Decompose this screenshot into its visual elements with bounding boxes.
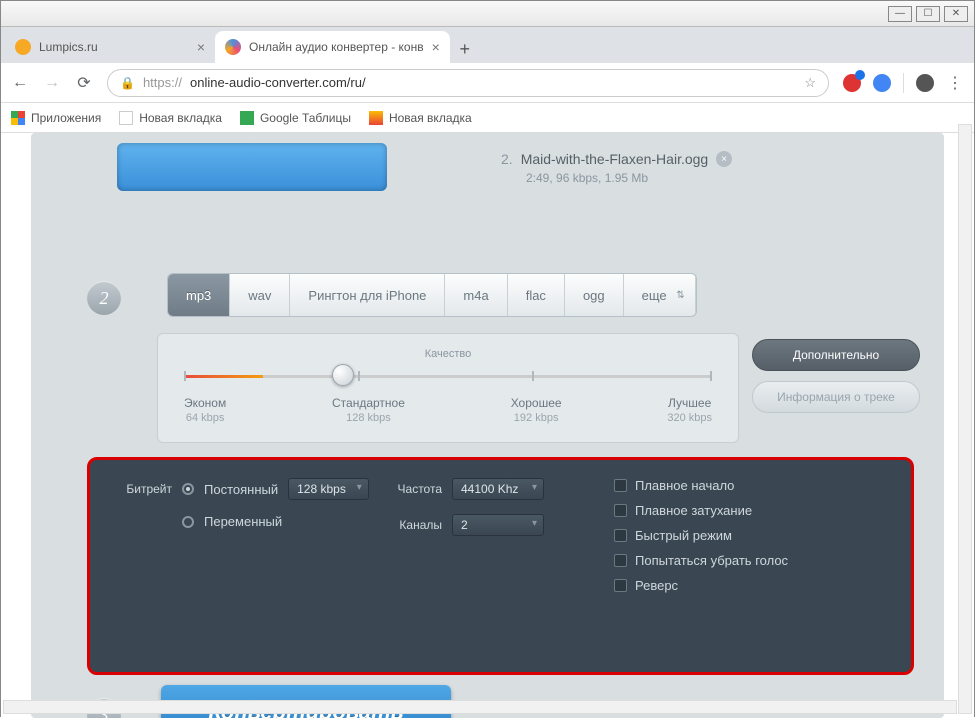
format-flac[interactable]: flac — [508, 274, 565, 316]
fade-in-checkbox[interactable] — [614, 479, 627, 492]
bitrate-constant-radio[interactable] — [182, 483, 194, 495]
favicon-icon — [15, 39, 31, 55]
upload-button[interactable] — [117, 143, 387, 191]
quality-title: Качество — [184, 348, 712, 360]
format-wav[interactable]: wav — [230, 274, 290, 316]
browser-tab-converter[interactable]: Онлайн аудио конвертер - конв × — [215, 31, 450, 63]
os-titlebar: — ☐ ✕ — [1, 1, 974, 27]
tab-close-icon[interactable]: × — [432, 39, 440, 55]
fade-out-checkbox[interactable] — [614, 504, 627, 517]
bitrate-select[interactable]: 128 kbps — [288, 478, 369, 500]
extension-icon[interactable] — [843, 74, 861, 92]
uploaded-file-row: 2. Maid-with-the-Flaxen-Hair.ogg × — [501, 151, 944, 167]
channels-label: Каналы — [384, 518, 442, 532]
divider — [903, 73, 904, 93]
step-badge-2: 2 — [87, 281, 121, 315]
maximize-icon[interactable]: ☐ — [916, 6, 940, 22]
quality-sublabel: 64 kbps — [184, 412, 226, 424]
favicon-icon — [225, 39, 241, 55]
remove-file-icon[interactable]: × — [716, 151, 732, 167]
checkbox-label: Плавное затухание — [635, 503, 752, 518]
quality-sublabel: 192 kbps — [511, 412, 562, 424]
remove-voice-checkbox[interactable] — [614, 554, 627, 567]
bookmark-item[interactable]: Новая вкладка — [119, 111, 222, 125]
format-more[interactable]: еще — [624, 274, 696, 316]
quality-panel: Качество Эконом 64 kbps Стандартное 128 kb… — [157, 333, 739, 443]
back-icon[interactable]: ← — [11, 74, 29, 92]
quality-slider[interactable] — [184, 370, 712, 380]
bitrate-label: Битрейт — [114, 482, 172, 496]
bookmark-label: Новая вкладка — [389, 111, 472, 125]
format-mp3[interactable]: mp3 — [168, 274, 230, 316]
format-ogg[interactable]: ogg — [565, 274, 624, 316]
checkbox-label: Попытаться убрать голос — [635, 553, 788, 568]
frequency-select[interactable]: 44100 Khz — [452, 478, 544, 500]
address-bar[interactable]: 🔒 https:// online-audio-converter.com/ru… — [107, 69, 829, 97]
browser-tab-strip: Lumpics.ru × Онлайн аудио конвертер - ко… — [1, 27, 974, 63]
bookmark-label: Приложения — [31, 111, 101, 125]
reverse-checkbox[interactable] — [614, 579, 627, 592]
bookmark-item[interactable]: Новая вкладка — [369, 111, 472, 125]
vertical-scrollbar[interactable] — [958, 124, 972, 714]
format-m4a[interactable]: m4a — [445, 274, 507, 316]
quality-sublabel: 320 kbps — [667, 412, 712, 424]
quality-label: Лучшее — [667, 396, 712, 410]
close-icon[interactable]: ✕ — [944, 6, 968, 22]
bookmark-label: Новая вкладка — [139, 111, 222, 125]
frequency-label: Частота — [384, 482, 442, 496]
quality-label: Стандартное — [332, 396, 405, 410]
minimize-icon[interactable]: — — [888, 6, 912, 22]
radio-label: Постоянный — [204, 482, 278, 497]
extensions: ⋮ — [843, 73, 964, 93]
sheets-icon — [240, 111, 254, 125]
checkbox-label: Плавное начало — [635, 478, 734, 493]
new-tab-button[interactable]: + — [450, 35, 480, 63]
quality-label: Эконом — [184, 396, 226, 410]
advanced-panel: Битрейт Постоянный 128 kbps Переменный Ч… — [87, 457, 914, 675]
checkbox-label: Реверс — [635, 578, 678, 593]
page-icon — [119, 111, 133, 125]
format-iphone-ringtone[interactable]: Рингтон для iPhone — [290, 274, 445, 316]
radio-label: Переменный — [204, 514, 282, 529]
browser-toolbar: ← → ⟳ 🔒 https:// online-audio-converter.… — [1, 63, 974, 103]
lock-icon: 🔒 — [120, 76, 135, 90]
file-number: 2. — [501, 151, 513, 167]
slider-thumb[interactable] — [332, 364, 354, 386]
apps-button[interactable]: Приложения — [11, 111, 101, 125]
channels-select[interactable]: 2 — [452, 514, 544, 536]
tab-title: Lumpics.ru — [39, 40, 189, 54]
extension-icon[interactable] — [873, 74, 891, 92]
url-text: online-audio-converter.com/ru/ — [190, 75, 366, 90]
fast-mode-checkbox[interactable] — [614, 529, 627, 542]
url-protocol: https:// — [143, 75, 182, 90]
reload-icon[interactable]: ⟳ — [75, 74, 93, 92]
apps-icon — [11, 111, 25, 125]
tab-title: Онлайн аудио конвертер - конв — [249, 40, 424, 54]
advanced-button[interactable]: Дополнительно — [752, 339, 920, 371]
bookmark-label: Google Таблицы — [260, 111, 351, 125]
bookmarks-bar: Приложения Новая вкладка Google Таблицы … — [1, 103, 974, 133]
quality-sublabel: 128 kbps — [332, 412, 405, 424]
tab-close-icon[interactable]: × — [197, 39, 205, 55]
file-name: Maid-with-the-Flaxen-Hair.ogg — [521, 151, 709, 167]
bookmark-item[interactable]: Google Таблицы — [240, 111, 351, 125]
quality-label: Хорошее — [511, 396, 562, 410]
format-tabs: mp3 wav Рингтон для iPhone m4a flac ogg … — [167, 273, 697, 317]
file-meta: 2:49, 96 kbps, 1.95 Mb — [526, 171, 944, 185]
page-icon — [369, 111, 383, 125]
bitrate-variable-radio[interactable] — [182, 516, 194, 528]
star-icon[interactable]: ☆ — [804, 75, 816, 91]
menu-icon[interactable]: ⋮ — [946, 74, 964, 92]
page-content: 2. Maid-with-the-Flaxen-Hair.ogg × 2:49,… — [31, 133, 944, 718]
browser-tab-lumpics[interactable]: Lumpics.ru × — [5, 31, 215, 63]
avatar[interactable] — [916, 74, 934, 92]
horizontal-scrollbar[interactable] — [3, 700, 957, 714]
forward-icon[interactable]: → — [43, 74, 61, 92]
track-info-button[interactable]: Информация о треке — [752, 381, 920, 413]
checkbox-label: Быстрый режим — [635, 528, 732, 543]
